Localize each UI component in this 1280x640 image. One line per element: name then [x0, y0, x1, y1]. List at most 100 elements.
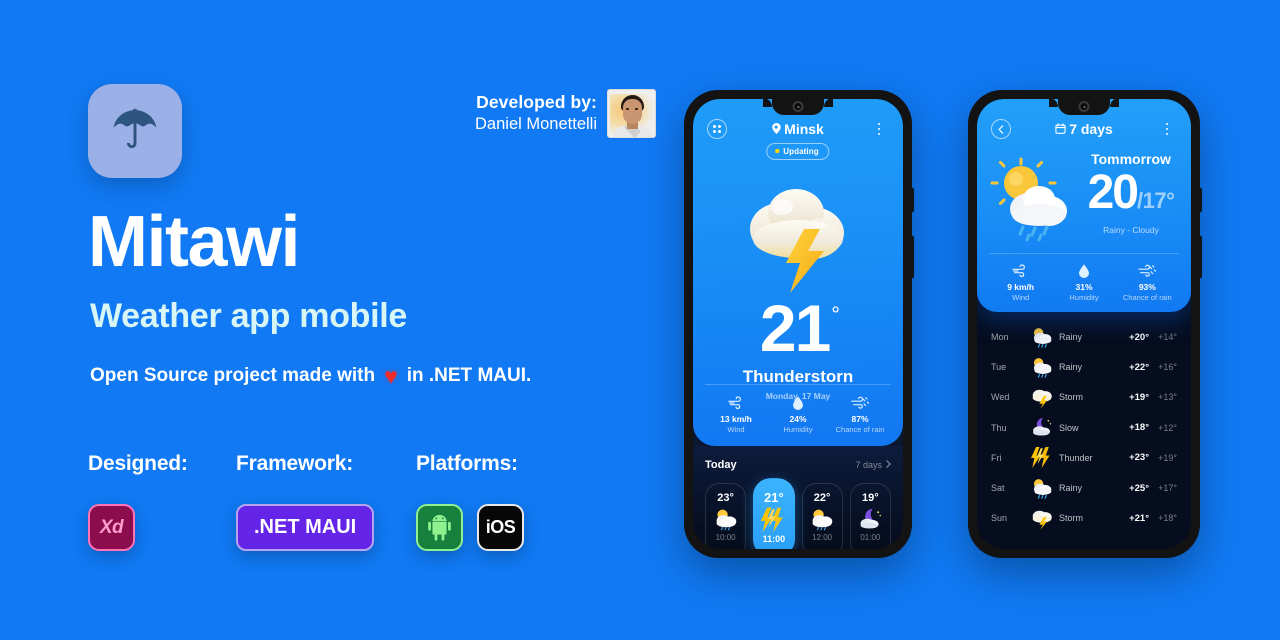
day-condition: Slow: [1059, 422, 1079, 433]
day-high: +25°: [1129, 482, 1149, 494]
stat-wind: 13 km/h Wind: [705, 394, 767, 434]
moon-cloud-icon: [851, 506, 890, 532]
day-name: Tue: [991, 362, 1007, 373]
kebab-menu-icon[interactable]: [1157, 122, 1177, 136]
hour-time: 12:00: [812, 533, 833, 542]
location-title[interactable]: Minsk: [727, 121, 869, 137]
tomorrow-hero-card: 7 days Tommorrow 20 /17° Rainy - Cloudy …: [977, 99, 1191, 312]
today-stats-row: 13 km/h Wind 24% Humidity 87% Chance of …: [705, 384, 891, 434]
today-label: Today: [705, 459, 737, 471]
framework-heading: Framework:: [236, 452, 354, 475]
page-title: Mitawi: [88, 202, 301, 282]
day-high: +19°: [1129, 391, 1149, 403]
day-condition: Thunder: [1059, 452, 1093, 463]
xd-label: Xd: [99, 516, 124, 538]
developed-by-label: Developed by:: [476, 92, 597, 113]
forecast-row[interactable]: Mon Rainy +20° +14°: [991, 322, 1177, 352]
day-low: +13°: [1158, 392, 1177, 403]
tagline-after: in .NET MAUI.: [406, 364, 532, 386]
badge-android[interactable]: [416, 504, 463, 551]
forecast-list: Mon Rainy +20° +14° Tue Rainy +22° +16° …: [977, 312, 1191, 533]
designed-heading: Designed:: [88, 452, 188, 475]
hour-time: 01:00: [860, 533, 881, 542]
rain-value: 93%: [1138, 282, 1156, 292]
ios-label: iOS: [485, 517, 516, 537]
hour-card[interactable]: 19° 01:00: [849, 483, 891, 549]
hourly-panel: Today 7 days 23° 10:00 21° 11:00 22° 12:…: [693, 446, 903, 549]
today-hero-card: Minsk Updating 21° Thunderstorn Monday, …: [693, 99, 903, 446]
hour-card[interactable]: 21° 11:00: [753, 478, 795, 549]
storm-cloud-icon: [1025, 386, 1059, 410]
status-dot-icon: [775, 149, 780, 153]
chevron-left-icon[interactable]: [991, 119, 1011, 139]
tomorrow-description: Rainy - Cloudy: [1103, 225, 1159, 235]
kebab-menu-icon[interactable]: [869, 122, 889, 136]
today-screen: Minsk Updating 21° Thunderstorn Monday, …: [693, 99, 903, 549]
umbrella-icon: [106, 102, 164, 160]
forecast-row[interactable]: Fri Thunder +23° +19°: [991, 443, 1177, 473]
hour-time: 11:00: [762, 534, 786, 544]
week-screen: 7 days Tommorrow 20 /17° Rainy - Cloudy …: [977, 99, 1191, 549]
forecast-row[interactable]: Wed Storm +19° +13°: [991, 382, 1177, 412]
forecast-row[interactable]: Tue Rainy +22° +16°: [991, 352, 1177, 382]
meta-column-platforms: Platforms: iOS: [416, 452, 596, 551]
day-high: +23°: [1129, 452, 1149, 464]
maui-label: .NET MAUI: [254, 516, 357, 538]
sun-rain-cloud-icon: [1025, 326, 1059, 348]
day-condition: Storm: [1059, 392, 1084, 403]
badge-ios[interactable]: iOS: [477, 504, 524, 551]
day-high: +18°: [1129, 422, 1149, 434]
seven-days-label: 7 days: [855, 460, 882, 470]
badge-adobe-xd[interactable]: Xd: [88, 504, 135, 551]
grid-icon[interactable]: [707, 119, 727, 139]
rain-name: Chance of rain: [1122, 293, 1172, 302]
wind-value: 9 km/h: [1007, 282, 1035, 292]
stat-wind: 9 km/h Wind: [989, 262, 1052, 302]
day-name: Sat: [991, 483, 1005, 494]
hour-card[interactable]: 23° 10:00: [705, 483, 747, 549]
hour-card[interactable]: 22° 12:00: [801, 483, 843, 549]
forecast-row[interactable]: Sat Rainy +25° +17°: [991, 473, 1177, 503]
rain-name: Chance of rain: [835, 425, 885, 434]
day-name: Wed: [991, 392, 1010, 403]
rain-chance-icon: [829, 394, 891, 411]
day-name: Sun: [991, 513, 1008, 524]
badge-dotnet-maui[interactable]: .NET MAUI: [236, 504, 375, 551]
humidity-value: 31%: [1075, 282, 1093, 292]
day-low: +18°: [1158, 513, 1177, 524]
week-title-label: 7 days: [1069, 121, 1113, 137]
day-low: +19°: [1158, 452, 1177, 463]
day-name: Fri: [991, 452, 1002, 463]
thunderstorm-cloud-icon: [734, 177, 862, 297]
front-camera-icon: [1078, 101, 1090, 112]
intro-panel: Developed by: Daniel Monettelli Mitawi W…: [88, 84, 656, 564]
forecast-row[interactable]: Sun Storm +21° +18°: [991, 503, 1177, 533]
day-low: +14°: [1158, 332, 1177, 343]
day-condition: Rainy: [1059, 483, 1083, 494]
hour-temp: 22°: [813, 492, 831, 504]
day-high: +22°: [1129, 361, 1149, 373]
page-subtitle: Weather app mobile: [90, 297, 408, 335]
hourly-header: Today 7 days: [705, 459, 891, 471]
seven-days-link[interactable]: 7 days: [855, 460, 891, 470]
status-label: Updating: [783, 146, 819, 156]
wind-icon: [989, 262, 1052, 279]
forecast-row[interactable]: Thu Slow +18° +12°: [991, 413, 1177, 443]
day-low: +16°: [1158, 362, 1177, 373]
rain-chance-icon: [1116, 262, 1179, 279]
today-header: Minsk: [693, 119, 903, 139]
week-stats-row: 9 km/h Wind 31% Humidity 93% Chance of r…: [989, 253, 1179, 302]
android-icon: [427, 514, 452, 541]
hour-temp: 21°: [764, 490, 784, 505]
day-condition: Rainy: [1059, 332, 1083, 343]
location-pin-icon: [772, 121, 781, 137]
sun-cloud-icon: [803, 506, 842, 532]
lightning-icon: [1025, 446, 1059, 469]
stat-chance-of-rain: 93% Chance of rain: [1116, 262, 1179, 302]
day-low: +17°: [1158, 483, 1177, 494]
status-badge: Updating: [766, 143, 830, 160]
humidity-drop-icon: [767, 394, 829, 411]
sun-rain-cloud-icon: [985, 155, 1081, 247]
week-title: 7 days: [1011, 121, 1157, 137]
wind-name: Wind: [1012, 293, 1030, 302]
